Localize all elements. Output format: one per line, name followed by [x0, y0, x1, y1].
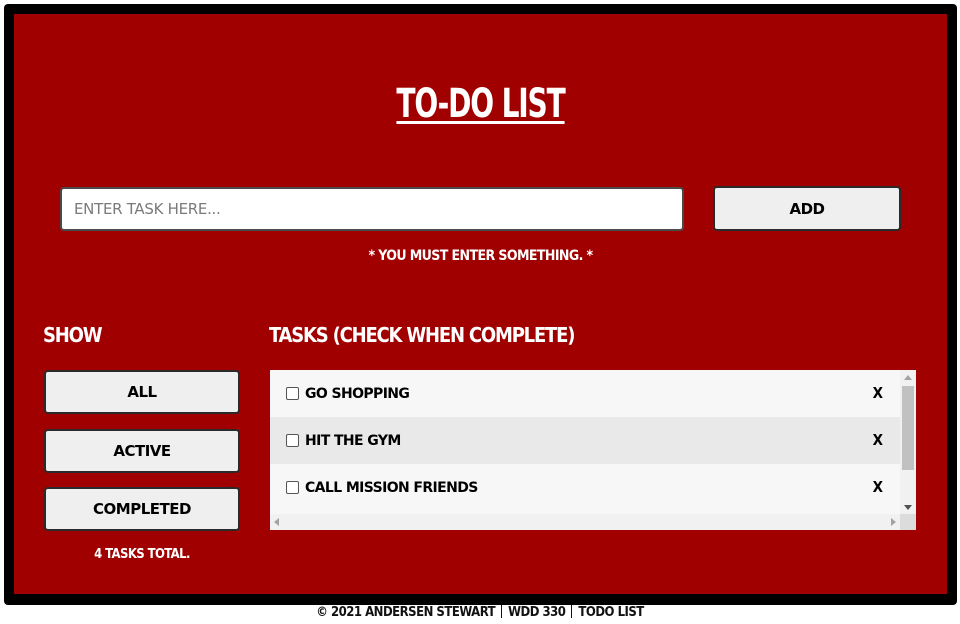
task-count: 4 TASKS TOTAL.: [94, 547, 190, 562]
footer-project: TODO LIST: [578, 605, 644, 620]
todo-panel: TO-DO LIST ADD * YOU MUST ENTER SOMETHIN…: [14, 14, 947, 594]
task-label: HIT THE GYM: [305, 432, 401, 449]
task-checkbox[interactable]: [286, 434, 299, 447]
footer-copyright: © 2021 ANDERSEN STEWART: [316, 605, 496, 620]
scroll-right-arrow-icon[interactable]: [891, 518, 896, 526]
task-row: HIT THE GYM X: [270, 417, 900, 464]
footer-divider: [501, 605, 503, 618]
task-label: CALL MISSION FRIENDS: [305, 479, 478, 496]
vertical-scrollbar[interactable]: [900, 370, 916, 514]
delete-task-button[interactable]: X: [873, 431, 883, 449]
delete-task-button[interactable]: X: [873, 478, 883, 496]
validation-message: * YOU MUST ENTER SOMETHING. *: [368, 248, 593, 264]
add-button[interactable]: ADD: [713, 186, 901, 231]
scrollbar-corner: [900, 514, 916, 530]
tasks-heading: TASKS (CHECK WHEN COMPLETE): [269, 323, 575, 347]
vertical-scroll-thumb[interactable]: [902, 386, 914, 470]
scroll-left-arrow-icon[interactable]: [274, 518, 279, 526]
task-row: GO SHOPPING X: [270, 370, 900, 417]
scroll-up-arrow-icon[interactable]: [904, 375, 912, 380]
footer-course: WDD 330: [508, 605, 566, 620]
show-heading: SHOW: [43, 323, 103, 347]
delete-task-button[interactable]: X: [873, 384, 883, 402]
footer-divider: [571, 605, 573, 618]
page-footer: © 2021 ANDERSEN STEWART WDD 330 TODO LIST: [0, 605, 960, 620]
task-checkbox[interactable]: [286, 481, 299, 494]
page-title: TO-DO LIST: [396, 81, 565, 127]
horizontal-scrollbar[interactable]: [270, 514, 900, 530]
task-checkbox[interactable]: [286, 387, 299, 400]
filter-active-button[interactable]: ACTIVE: [44, 429, 240, 473]
task-input[interactable]: [60, 187, 684, 231]
scroll-down-arrow-icon[interactable]: [904, 505, 912, 510]
task-row: CALL MISSION FRIENDS X: [270, 464, 900, 511]
task-list[interactable]: GO SHOPPING X HIT THE GYM X CALL MISSION…: [270, 370, 916, 530]
filter-completed-button[interactable]: COMPLETED: [44, 487, 240, 531]
filter-all-button[interactable]: ALL: [44, 370, 240, 414]
task-label: GO SHOPPING: [305, 385, 410, 402]
